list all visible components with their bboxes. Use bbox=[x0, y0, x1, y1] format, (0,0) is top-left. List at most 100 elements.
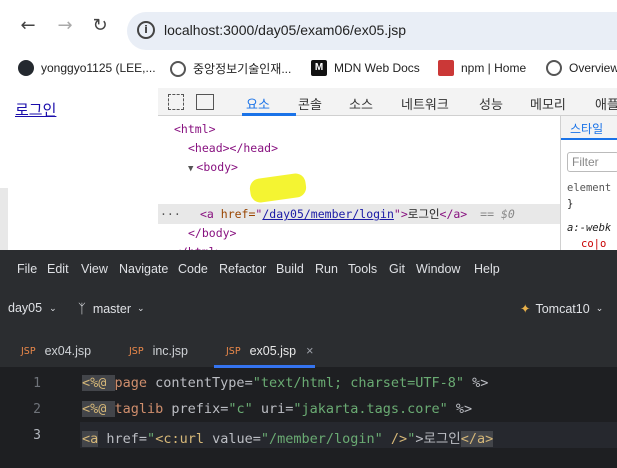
anchor-href-value[interactable]: /day05/member/login bbox=[262, 207, 394, 221]
html-tag-open: <a bbox=[82, 431, 99, 447]
tab-filename: ex04.jsp bbox=[44, 344, 92, 358]
anchor-gt: > bbox=[400, 207, 408, 221]
mdn-icon: M bbox=[311, 60, 327, 76]
menu-navigate[interactable]: Navigate bbox=[119, 262, 168, 276]
menu-bar: File Edit View Navigate Code Refactor Bu… bbox=[0, 250, 617, 290]
menu-run[interactable]: Run bbox=[315, 262, 338, 276]
jsp-file-icon: JSP bbox=[21, 345, 36, 357]
menu-help[interactable]: Help bbox=[474, 262, 500, 276]
dom-body-tag: <body> bbox=[196, 160, 238, 174]
chevron-down-icon: ⌄ bbox=[137, 303, 145, 313]
expand-triangle-icon[interactable]: ▼ bbox=[188, 164, 193, 174]
element-style-label: element bbox=[567, 182, 612, 194]
color-prop: co|o bbox=[581, 238, 607, 250]
code-line-2[interactable]: <%@ taglib prefix="c" uri="jakarta.tags.… bbox=[82, 401, 472, 417]
line-number: 2 bbox=[33, 402, 41, 417]
tab-ex05[interactable]: JSP ex05.jsp × bbox=[226, 344, 313, 358]
attr-name: href= bbox=[98, 431, 148, 447]
project-selector[interactable]: day05 ⌄ bbox=[8, 301, 57, 315]
anchor-tag-open: <a bbox=[200, 207, 221, 221]
menu-refactor[interactable]: Refactor bbox=[219, 262, 266, 276]
bookmark-overview[interactable]: Overview bbox=[546, 60, 617, 76]
inspect-element-icon[interactable] bbox=[168, 94, 184, 110]
code-line-3[interactable]: <a href="<c:url value="/member/login" />… bbox=[82, 427, 494, 447]
back-icon[interactable]: ← bbox=[18, 16, 38, 36]
run-config-selector[interactable]: ✦ Tomcat10 ⌄ bbox=[520, 301, 603, 317]
menu-view[interactable]: View bbox=[81, 262, 108, 276]
menu-window[interactable]: Window bbox=[416, 262, 460, 276]
tab-network[interactable]: 네트워크 bbox=[401, 94, 449, 113]
styles-filter-input[interactable]: Filter bbox=[567, 152, 617, 172]
devtools-panel: 요소 콘솔 소스 네트워크 성능 메모리 애플 <html> <head></h… bbox=[158, 88, 617, 259]
tab-performance[interactable]: 성능 bbox=[479, 94, 503, 113]
line-number: 3 bbox=[33, 428, 41, 443]
reload-icon[interactable]: ↻ bbox=[90, 16, 110, 36]
code-area[interactable]: <%@ page contentType="text/html; charset… bbox=[82, 368, 617, 468]
dom-anchor[interactable]: <a href="/day05/member/login">로그인</a> ==… bbox=[200, 206, 515, 222]
tab-elements[interactable]: 요소 bbox=[246, 94, 270, 113]
chevron-down-icon: ⌄ bbox=[49, 302, 57, 313]
dom-tree: <html> <head></head> ▼ <body> ··· <a href… bbox=[158, 116, 560, 259]
tab-styles[interactable]: 스타일 bbox=[561, 116, 617, 140]
dom-head[interactable]: <head></head> bbox=[188, 141, 278, 155]
menu-tools[interactable]: Tools bbox=[348, 262, 377, 276]
url-text[interactable]: localhost:3000/day05/exam06/ex05.jsp bbox=[164, 22, 406, 38]
git-branch-icon: ᛉ bbox=[78, 301, 86, 316]
dom-body-close[interactable]: </body> bbox=[188, 226, 236, 240]
attr-name: uri= bbox=[252, 401, 294, 417]
menu-file[interactable]: File bbox=[17, 262, 37, 276]
dom-body-open[interactable]: ▼ <body> bbox=[188, 160, 238, 174]
dom-html-open[interactable]: <html> bbox=[174, 122, 216, 136]
forward-icon[interactable]: → bbox=[55, 16, 75, 36]
tab-console[interactable]: 콘솔 bbox=[298, 94, 322, 113]
tab-ex04[interactable]: JSP ex04.jsp bbox=[21, 344, 91, 358]
selected-marker: == $0 bbox=[480, 207, 515, 221]
device-toolbar-icon[interactable] bbox=[196, 94, 214, 110]
menu-build[interactable]: Build bbox=[276, 262, 304, 276]
menu-code[interactable]: Code bbox=[178, 262, 208, 276]
code-editor[interactable]: 1 2 3 <%@ page contentType="text/html; c… bbox=[0, 368, 617, 468]
more-dots[interactable]: ··· bbox=[160, 207, 181, 221]
branch-selector[interactable]: ᛉ master ⌄ bbox=[78, 301, 145, 316]
attr-name: value= bbox=[203, 431, 261, 447]
bookmarks-bar: yonggyo1125 (LEE,... 중앙정보기술인재... M MDN W… bbox=[0, 56, 617, 82]
ide-toolbar: day05 ⌄ ᛉ master ⌄ ✦ Tomcat10 ⌄ bbox=[0, 290, 617, 328]
tab-filename: inc.jsp bbox=[152, 344, 188, 358]
menu-edit[interactable]: Edit bbox=[47, 262, 69, 276]
tab-inc[interactable]: JSP inc.jsp bbox=[129, 344, 188, 358]
browser-window: ← → ↻ i localhost:3000/day05/exam06/ex05… bbox=[0, 0, 617, 300]
github-icon bbox=[18, 60, 34, 76]
styles-pane: 스타일 Filter element } a:-webk co|o bbox=[560, 116, 617, 250]
jsp-directive-close: %> bbox=[464, 375, 489, 391]
menu-git[interactable]: Git bbox=[389, 262, 405, 276]
anchor-tag-close: </a> bbox=[439, 207, 468, 221]
globe-icon bbox=[546, 60, 562, 76]
site-info-icon[interactable]: i bbox=[137, 21, 155, 39]
attr-quote: " bbox=[147, 431, 156, 447]
devtools-tabbar: 요소 콘솔 소스 네트워크 성능 메모리 애플 bbox=[158, 88, 617, 116]
tab-memory[interactable]: 메모리 bbox=[530, 94, 566, 113]
bookmark-academy[interactable]: 중앙정보기술인재... bbox=[170, 60, 291, 77]
link-text: >로그인 bbox=[415, 431, 461, 447]
tab-application[interactable]: 애플 bbox=[595, 94, 617, 113]
close-icon[interactable]: × bbox=[306, 344, 313, 358]
jstl-tag: <c:url bbox=[155, 431, 204, 447]
bookmark-github[interactable]: yonggyo1125 (LEE,... bbox=[18, 60, 156, 76]
attr-name: contentType= bbox=[147, 375, 253, 391]
anchor-attr: href= bbox=[220, 207, 256, 221]
jstl-tag-close: /> bbox=[382, 431, 408, 447]
code-line-1[interactable]: <%@ page contentType="text/html; charset… bbox=[82, 375, 488, 391]
tab-sources[interactable]: 소스 bbox=[349, 94, 373, 113]
ide-window: File Edit View Navigate Code Refactor Bu… bbox=[0, 250, 617, 468]
login-link[interactable]: 로그인 bbox=[15, 99, 56, 120]
webkit-rule: a:-webk bbox=[567, 222, 612, 234]
jsp-file-icon: JSP bbox=[129, 345, 144, 357]
bookmark-npm[interactable]: npm | Home bbox=[438, 60, 526, 76]
bookmark-label: npm | Home bbox=[461, 61, 527, 75]
attr-value: "text/html; charset=UTF-8" bbox=[252, 375, 465, 391]
jsp-directive-open: <%@ bbox=[82, 375, 115, 391]
run-config-name: Tomcat10 bbox=[535, 301, 590, 316]
attr-value: "/member/login" bbox=[260, 431, 383, 447]
bookmark-mdn[interactable]: M MDN Web Docs bbox=[311, 60, 420, 76]
bookmark-label: Overview bbox=[569, 61, 617, 75]
